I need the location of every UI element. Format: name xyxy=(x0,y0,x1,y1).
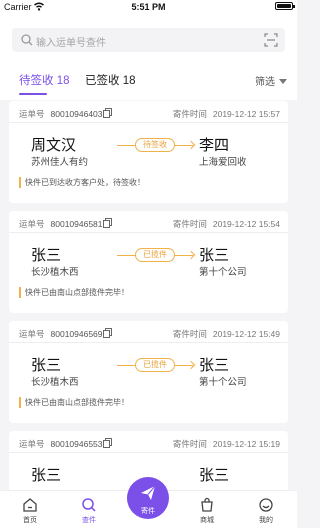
filter-button[interactable]: 筛选 xyxy=(255,73,287,88)
receiver-name: 张三 xyxy=(199,357,230,374)
filter-label: 筛选 xyxy=(255,77,275,88)
order-label: 运单号 xyxy=(19,219,45,229)
tab-home-label: 首页 xyxy=(23,517,37,524)
send-time-label: 寄件时间 xyxy=(172,439,207,449)
send-time-value: 2019-12-12 15:54 xyxy=(212,219,280,229)
divider xyxy=(9,232,288,233)
send-time-label: 寄件时间 xyxy=(172,109,207,119)
order-number: 运单号 80010946553 xyxy=(19,438,103,450)
order-label: 运单号 xyxy=(19,439,45,449)
send-time-label: 寄件时间 xyxy=(172,329,207,339)
battery-icon xyxy=(275,2,295,10)
receiver-address: 第十个公司 xyxy=(199,267,247,278)
copy-icon[interactable] xyxy=(103,108,112,118)
send-time-value: 2019-12-12 15:57 xyxy=(212,109,280,119)
scan-icon[interactable] xyxy=(264,33,278,47)
bottom-tab-bar: 首页 查件 寄件 商城 我的 xyxy=(0,477,297,528)
tracking-note: 快件已到达收方客户处，待签收！ xyxy=(19,177,145,188)
search-input[interactable]: 输入运单号查件 xyxy=(12,28,285,52)
search-icon xyxy=(21,34,33,46)
sender-address: 长沙植木西 xyxy=(31,267,79,278)
send-time: 寄件时间 2019-12-12 15:57 xyxy=(173,108,280,120)
home-icon xyxy=(23,498,37,512)
header: 输入运单号查件 待签收 18 已签收 18 筛选 xyxy=(0,14,297,100)
order-value: 80010946553 xyxy=(50,439,103,449)
tab-mall-label: 商城 xyxy=(200,517,214,524)
status-badge: 已揽件 xyxy=(135,358,175,372)
divider xyxy=(9,452,288,453)
tab-query-label: 查件 xyxy=(82,517,96,524)
caret-down-icon xyxy=(279,79,287,84)
send-button[interactable]: 寄件 xyxy=(127,477,169,519)
order-value: 80010946403 xyxy=(50,109,103,119)
paper-plane-icon xyxy=(141,485,156,500)
order-value: 80010946569 xyxy=(50,329,103,339)
receiver-name: 张三 xyxy=(199,247,230,264)
send-time-value: 2019-12-12 15:19 xyxy=(212,439,280,449)
sender-address: 长沙植木西 xyxy=(31,377,79,388)
tab-mine-label: 我的 xyxy=(259,517,273,524)
receiver-address: 上海爱回收 xyxy=(199,157,247,168)
tab-indicator xyxy=(19,93,47,95)
order-number: 运单号 80010946569 xyxy=(19,328,103,340)
copy-icon[interactable] xyxy=(103,328,112,338)
sender-name: 张三 xyxy=(31,247,62,264)
tracking-note: 快件已由南山点部揽件完毕！ xyxy=(19,397,129,408)
send-time: 寄件时间 2019-12-12 15:54 xyxy=(173,218,280,230)
clock: 5:51 PM xyxy=(131,2,166,12)
status-bar: Carrier 5:51 PM xyxy=(0,0,297,14)
send-time: 寄件时间 2019-12-12 15:19 xyxy=(173,438,280,450)
receiver-address: 第十个公司 xyxy=(199,377,247,388)
shipment-card[interactable]: 运单号 80010946569 寄件时间 2019-12-12 15:49 张三 长… xyxy=(9,321,288,423)
divider xyxy=(9,342,288,343)
search-icon xyxy=(82,498,96,512)
order-number: 运单号 80010946581 xyxy=(19,218,103,230)
tab-received[interactable]: 已签收 18 xyxy=(85,72,136,88)
order-label: 运单号 xyxy=(19,109,45,119)
shopping-bag-icon xyxy=(201,497,213,512)
smile-icon xyxy=(259,498,273,512)
shipment-card[interactable]: 运单号 80010946403 寄件时间 2019-12-12 15:57 周文汉 … xyxy=(9,101,288,203)
tab-home[interactable]: 首页 xyxy=(10,497,50,525)
tab-mall[interactable]: 商城 xyxy=(187,497,227,525)
send-time-value: 2019-12-12 15:49 xyxy=(212,329,280,339)
receiver-name: 李四 xyxy=(199,137,230,154)
tracking-note: 快件已由南山点部揽件完毕！ xyxy=(19,287,129,298)
sender-name: 周文汉 xyxy=(31,137,77,154)
tab-query[interactable]: 查件 xyxy=(69,497,109,525)
receiver-name: 张三 xyxy=(199,467,230,484)
status-badge: 已揽件 xyxy=(135,248,175,262)
shipment-card[interactable]: 运单号 80010946581 寄件时间 2019-12-12 15:54 张三 长… xyxy=(9,211,288,313)
order-label: 运单号 xyxy=(19,329,45,339)
tab-mine[interactable]: 我的 xyxy=(246,497,286,525)
search-placeholder: 输入运单号查件 xyxy=(36,38,106,49)
sender-address: 苏州佳人有约 xyxy=(31,157,89,168)
order-number: 运单号 80010946403 xyxy=(19,108,103,120)
divider xyxy=(9,122,288,123)
sender-name: 张三 xyxy=(31,467,62,484)
send-time: 寄件时间 2019-12-12 15:49 xyxy=(173,328,280,340)
shipment-list: 运单号 80010946403 寄件时间 2019-12-12 15:57 周文汉 … xyxy=(0,101,297,490)
copy-icon[interactable] xyxy=(103,218,112,228)
status-badge: 待签收 xyxy=(135,138,175,152)
send-button-label: 寄件 xyxy=(141,508,155,515)
copy-icon[interactable] xyxy=(103,438,112,448)
send-time-label: 寄件时间 xyxy=(172,219,207,229)
tab-pending[interactable]: 待签收 18 xyxy=(19,72,70,88)
order-value: 80010946581 xyxy=(50,219,103,229)
sender-name: 张三 xyxy=(31,357,62,374)
